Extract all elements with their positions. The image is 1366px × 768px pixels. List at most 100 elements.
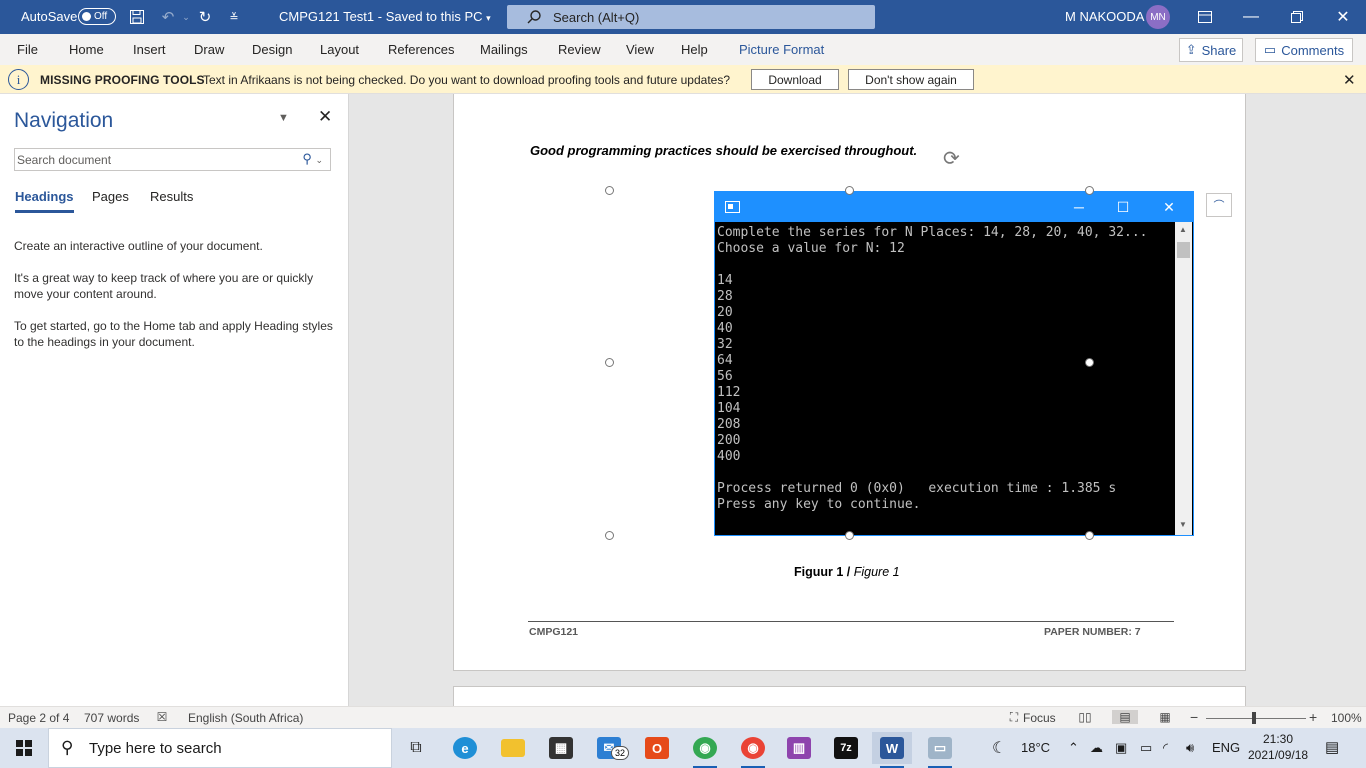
close-message-icon[interactable]: ✕ (1343, 71, 1356, 89)
show-hidden-icons-icon[interactable]: ⌃ (1068, 740, 1079, 756)
comments-button[interactable]: ▭ Comments (1255, 38, 1353, 62)
resize-handle[interactable] (1085, 186, 1094, 195)
zoom-out-icon[interactable]: − (1190, 709, 1198, 725)
zoom-level[interactable]: 100% (1331, 711, 1362, 725)
search-document-input[interactable]: Search document ⚲ ⌄ (14, 148, 331, 171)
scroll-down-icon: ▼ (1179, 520, 1187, 529)
input-language[interactable]: ENG (1212, 740, 1240, 755)
tab-help[interactable]: Help (681, 42, 708, 57)
resize-handle[interactable] (605, 186, 614, 195)
word-icon[interactable]: W (872, 732, 912, 768)
resize-handle[interactable] (1085, 531, 1094, 540)
focus-label[interactable]: Focus (1023, 711, 1056, 725)
page-count[interactable]: Page 2 of 4 (8, 711, 69, 725)
clock[interactable]: 21:30 2021/09/18 (1248, 731, 1308, 763)
restore-icon[interactable] (1274, 0, 1320, 34)
resize-handle[interactable] (605, 358, 614, 367)
task-view-icon[interactable]: ⧉ (396, 732, 436, 764)
avatar[interactable]: MN (1146, 5, 1170, 29)
focus-icon[interactable]: ⛶ (1006, 710, 1022, 724)
console-output: Complete the series for N Places: 14, 28… (717, 225, 1148, 512)
redo-icon[interactable]: ↻ (195, 7, 215, 27)
instruction-text: Good programming practices should be exe… (530, 143, 918, 158)
share-button[interactable]: ⇪ Share (1179, 38, 1243, 62)
console-screenshot-image[interactable]: ─ ☐ ✕ Complete the series for N Places: … (714, 191, 1194, 536)
resize-handle[interactable] (605, 531, 614, 540)
battery-icon[interactable]: ▭ (1140, 740, 1152, 756)
resize-handle[interactable] (1085, 358, 1094, 367)
dont-show-again-button[interactable]: Don't show again (848, 69, 974, 90)
mail-icon[interactable]: ✉ 32 (589, 732, 629, 764)
tab-results[interactable]: Results (150, 189, 193, 204)
store-icon[interactable]: ▦ (541, 732, 581, 764)
zoom-slider-thumb[interactable] (1252, 712, 1256, 724)
wifi-icon[interactable]: ◜ (1163, 740, 1168, 756)
search-icon[interactable]: ⚲ ⌄ (302, 151, 323, 167)
read-mode-icon[interactable]: ▯▯ (1077, 710, 1093, 724)
zoom-slider[interactable] (1206, 718, 1306, 719)
undo-dropdown-icon[interactable]: ⌄ (176, 7, 196, 27)
office-icon[interactable]: O (637, 732, 677, 764)
weather-moon-icon[interactable]: ☾ (992, 738, 1006, 758)
navigation-title: Navigation (14, 109, 114, 132)
document-area[interactable]: Good programming practices should be exe… (350, 94, 1366, 706)
document-page[interactable]: Good programming practices should be exe… (453, 94, 1246, 671)
undo-icon[interactable]: ↶ (158, 7, 178, 27)
resize-handle[interactable] (845, 186, 854, 195)
minimize-icon[interactable]: — (1228, 0, 1274, 34)
tab-home[interactable]: Home (69, 42, 104, 57)
ribbon-display-icon[interactable] (1182, 0, 1228, 34)
7zip-icon[interactable]: 7z (826, 732, 866, 764)
tab-references[interactable]: References (388, 42, 454, 57)
taskbar-search-box[interactable]: ⚲ Type here to search (48, 728, 392, 768)
next-page[interactable] (453, 686, 1246, 706)
tab-pages[interactable]: Pages (92, 189, 129, 204)
print-layout-icon[interactable]: ▤ (1112, 710, 1138, 724)
language[interactable]: English (South Africa) (188, 711, 303, 725)
notifications-icon[interactable]: ▤ (1325, 738, 1339, 756)
tab-view[interactable]: View (626, 42, 654, 57)
download-button[interactable]: Download (751, 69, 839, 90)
tab-file[interactable]: File (17, 42, 38, 57)
tab-mailings[interactable]: Mailings (480, 42, 528, 57)
search-placeholder: Search (Alt+Q) (553, 9, 640, 25)
cloud-icon[interactable]: ☁ (1090, 740, 1103, 756)
weather-temp[interactable]: 18°C (1021, 740, 1050, 755)
volume-icon[interactable]: 🔊︎ (1186, 740, 1194, 756)
console-app-taskbar-icon[interactable]: ▭ (920, 732, 960, 768)
start-button[interactable] (0, 728, 48, 768)
edge-icon[interactable]: e (445, 732, 485, 764)
zoom-in-icon[interactable]: + (1309, 709, 1317, 725)
pane-options-icon[interactable]: ▼ (278, 112, 289, 124)
resize-handle[interactable] (845, 531, 854, 540)
document-title[interactable]: CMPG121 Test1 - Saved to this PC ▾ (279, 9, 491, 24)
tab-review[interactable]: Review (558, 42, 601, 57)
word-count[interactable]: 707 words (84, 711, 139, 725)
proofing-icon[interactable]: ☒ (154, 710, 170, 724)
tab-insert[interactable]: Insert (133, 42, 166, 57)
layout-options-icon[interactable]: ⌒ (1206, 193, 1232, 217)
close-pane-icon[interactable]: ✕ (318, 107, 332, 127)
tab-design[interactable]: Design (252, 42, 292, 57)
customize-qat-icon[interactable]: ≚ (224, 7, 244, 27)
tab-draw[interactable]: Draw (194, 42, 224, 57)
tab-headings[interactable]: Headings (15, 189, 74, 213)
search-box[interactable]: Search (Alt+Q) (507, 5, 875, 29)
tab-picture-format[interactable]: Picture Format (739, 42, 824, 57)
web-layout-icon[interactable]: ▦ (1157, 710, 1173, 724)
footer-course-code: CMPG121 (529, 626, 579, 638)
user-name[interactable]: M NAKOODA (1065, 9, 1144, 24)
search-document-placeholder: Search document (17, 153, 112, 167)
chrome-profile-icon[interactable]: ◉ (733, 732, 773, 768)
search-icon (527, 10, 541, 24)
rotate-handle-icon[interactable]: ⟳ (943, 146, 960, 171)
save-icon[interactable] (127, 7, 147, 27)
tab-layout[interactable]: Layout (320, 42, 359, 57)
file-explorer-icon[interactable] (493, 732, 533, 764)
navigation-pane: Navigation ▼ ✕ Search document ⚲ ⌄ Headi… (0, 94, 349, 706)
autosave-toggle[interactable]: Off (78, 8, 116, 25)
chrome-icon[interactable]: ◉ (685, 732, 725, 768)
meet-now-icon[interactable]: ▣ (1115, 740, 1127, 756)
winrar-icon[interactable]: ▥ (779, 732, 819, 764)
close-icon[interactable]: ✕ (1320, 0, 1366, 34)
